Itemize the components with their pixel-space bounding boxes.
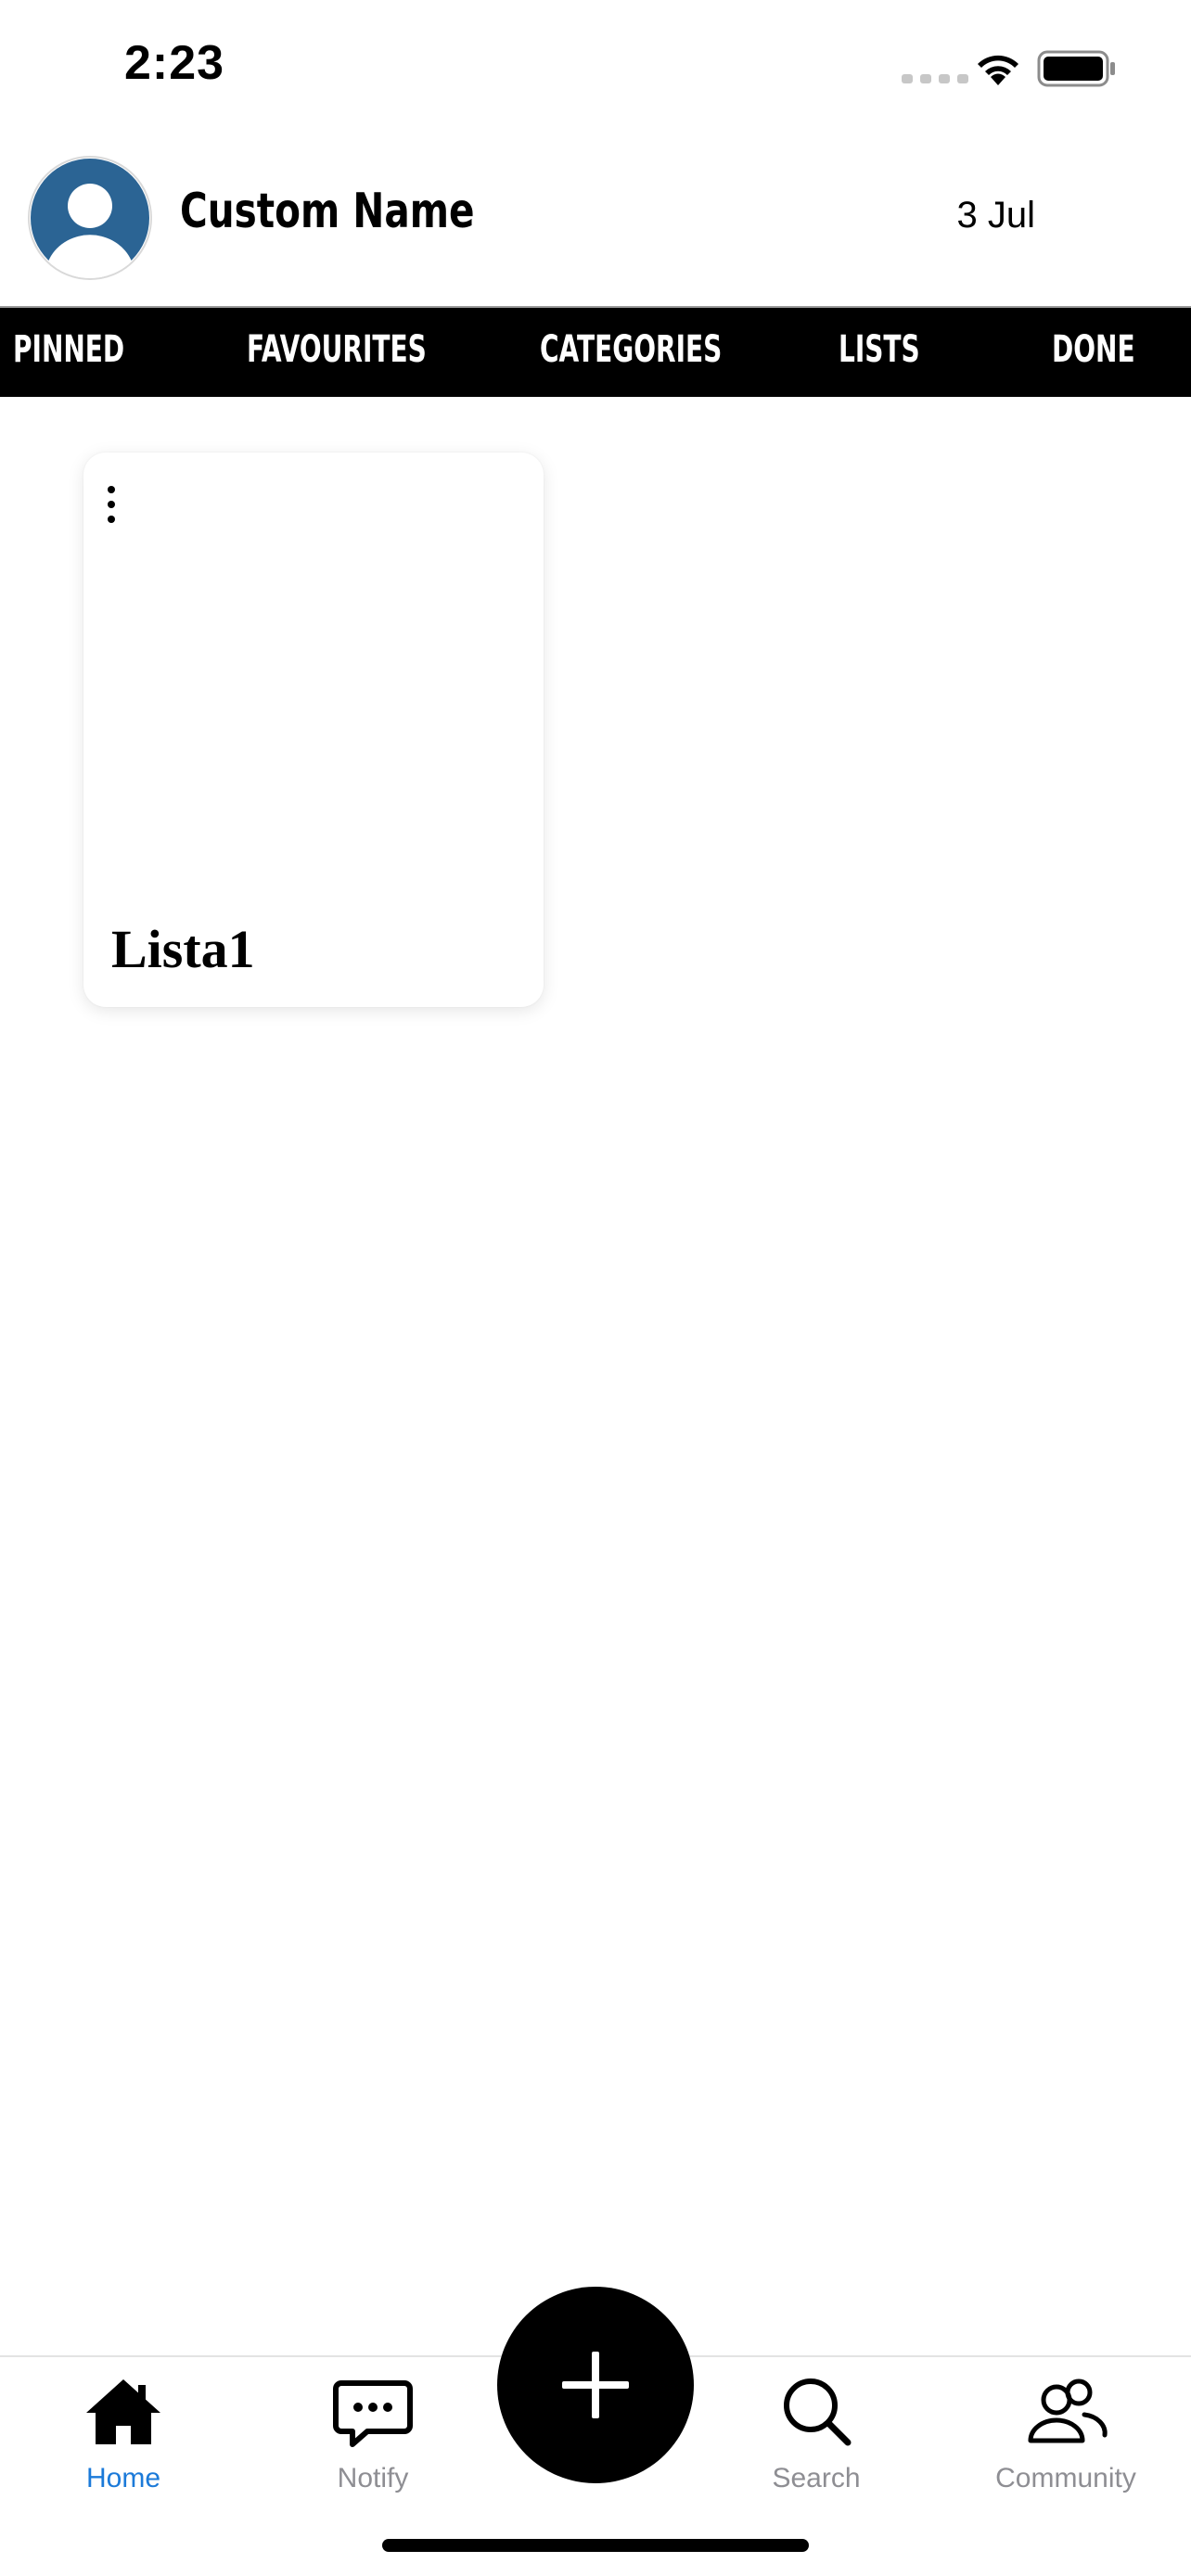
- search-icon: [784, 2378, 852, 2446]
- user-name: Custom Name: [180, 184, 475, 239]
- nav-notify[interactable]: Notify: [280, 2366, 466, 2494]
- tab-categories[interactable]: CATEGORIES: [540, 328, 722, 371]
- list-card-title: Lista1: [111, 919, 255, 979]
- home-icon: [86, 2379, 160, 2444]
- nav-home-label: Home: [85, 2463, 161, 2493]
- header-date: 3 Jul: [956, 195, 1036, 236]
- wifi-icon: [978, 55, 1018, 85]
- avatar[interactable]: [28, 156, 152, 280]
- home-indicator[interactable]: [382, 2539, 809, 2552]
- battery-icon: [1037, 50, 1115, 87]
- nav-community-label: Community: [995, 2463, 1136, 2493]
- category-tab-bar: PINNED FAVOURITES CATEGORIES LISTS DONE: [0, 306, 1191, 397]
- nav-search[interactable]: Search: [724, 2366, 909, 2494]
- more-vertical-icon[interactable]: [100, 486, 122, 527]
- status-time: 2:23: [124, 36, 225, 90]
- people-icon: [1028, 2378, 1108, 2443]
- chat-bubble-icon: [333, 2380, 413, 2447]
- nav-search-label: Search: [772, 2463, 861, 2493]
- add-button[interactable]: [497, 2287, 694, 2483]
- cellular-signal-icon: [902, 74, 968, 83]
- user-avatar-icon: [31, 159, 149, 278]
- status-bar: 2:23: [0, 0, 1191, 139]
- tab-done[interactable]: DONE: [1052, 328, 1135, 371]
- nav-community[interactable]: Community: [973, 2366, 1159, 2494]
- header: Custom Name 3 Jul: [0, 139, 1191, 306]
- nav-notify-label: Notify: [337, 2463, 409, 2493]
- list-card[interactable]: Lista1: [83, 453, 544, 1007]
- tab-lists[interactable]: LISTS: [839, 328, 920, 371]
- tab-pinned[interactable]: PINNED: [13, 328, 124, 371]
- tab-favourites[interactable]: FAVOURITES: [247, 328, 427, 371]
- nav-home[interactable]: Home: [31, 2366, 216, 2494]
